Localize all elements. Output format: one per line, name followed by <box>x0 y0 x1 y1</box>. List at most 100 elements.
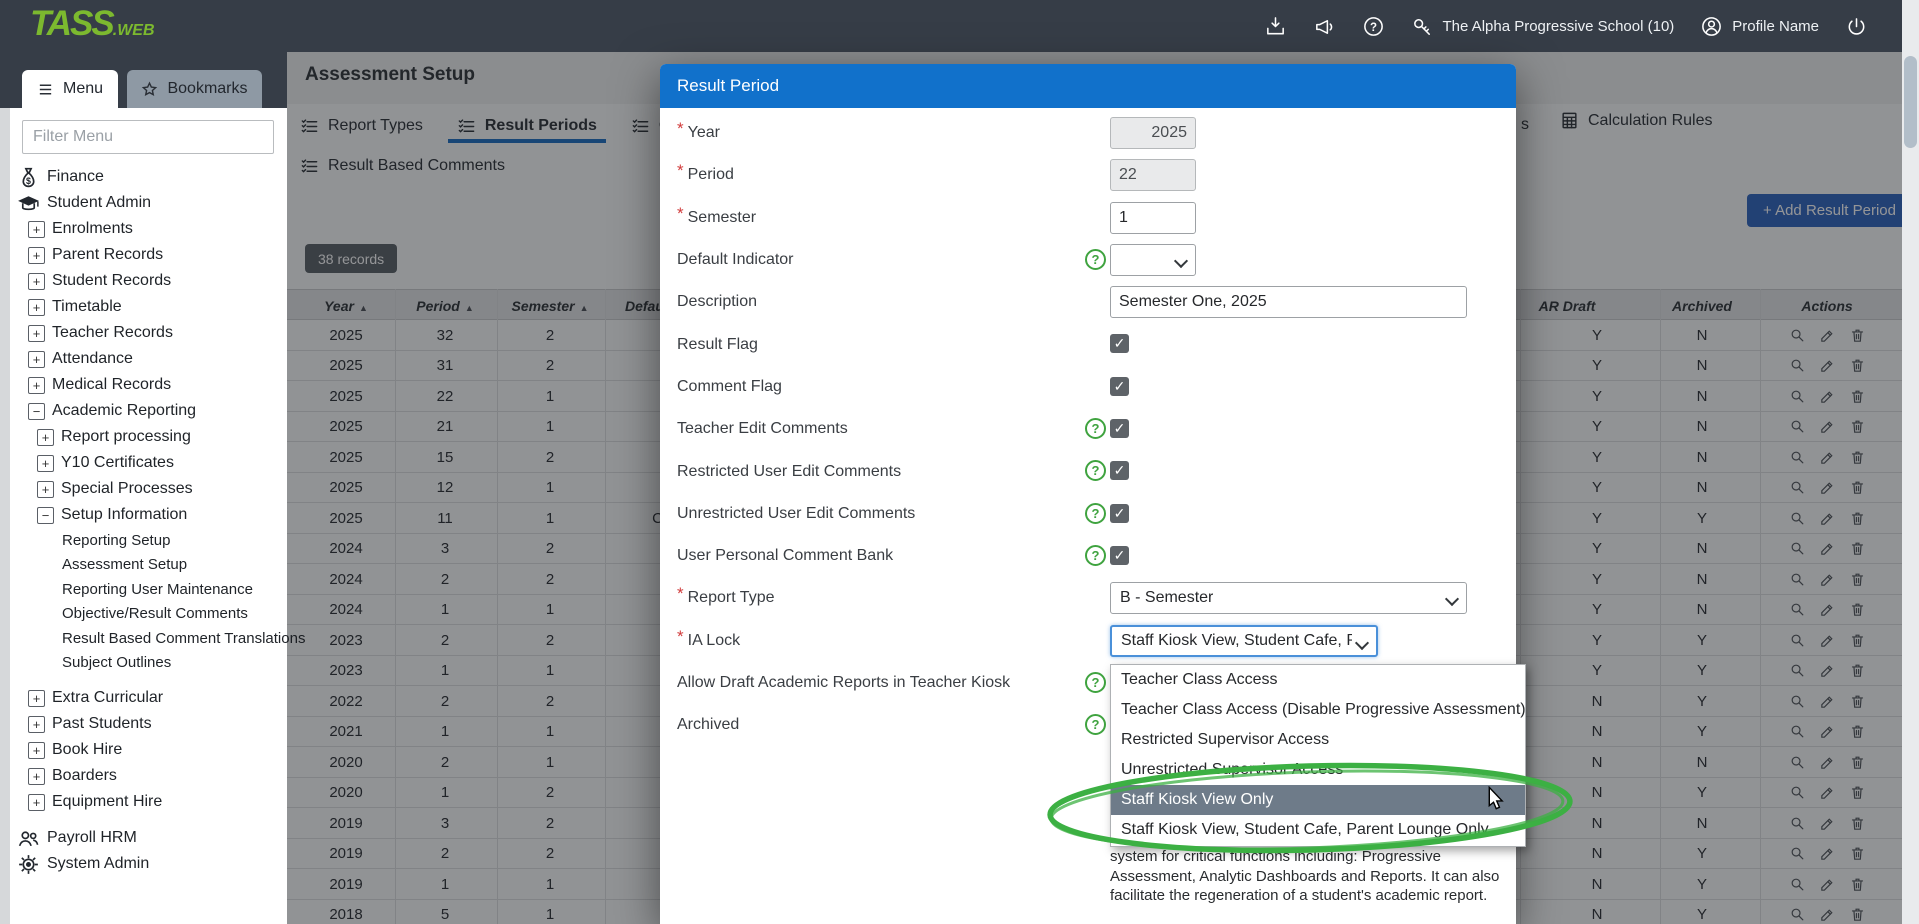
sidebar-item[interactable]: $ Parent Records <box>10 242 287 268</box>
field-label: *Period <box>677 154 734 196</box>
form-row: *Semester 1 <box>660 197 1516 239</box>
expand-icon[interactable] <box>28 742 45 759</box>
field-checkbox[interactable] <box>1110 504 1129 523</box>
sidebar-item[interactable]: $ Medical Records <box>10 372 287 398</box>
sidebar-item[interactable]: $ Boarders <box>10 763 287 789</box>
sidebar-item[interactable]: $ Enrolments <box>10 216 287 242</box>
scrollbar-track[interactable] <box>1902 0 1919 924</box>
dropdown-option[interactable]: Restricted Supervisor Access <box>1111 725 1525 755</box>
field-checkbox[interactable] <box>1110 377 1129 396</box>
dropdown-option[interactable]: Unrestricted Supervisor Access <box>1111 755 1525 785</box>
megaphone-icon[interactable] <box>1313 15 1336 38</box>
field-help-icon[interactable] <box>1085 503 1106 524</box>
field-help-icon[interactable] <box>1085 714 1106 735</box>
field-select[interactable]: Staff Kiosk View, Student Cafe, Par <box>1110 625 1378 657</box>
expand-icon[interactable] <box>37 429 54 446</box>
dropdown-option[interactable]: Teacher Class Access (Disable Progressiv… <box>1111 695 1525 725</box>
help-icon[interactable]: ? <box>1362 15 1385 38</box>
sidebar-item[interactable]: $ Assessment Setup <box>10 553 287 578</box>
school-switcher[interactable]: The Alpha Progressive School (10) <box>1411 15 1675 38</box>
sidebar-item-label: Extra Curricular <box>52 689 163 707</box>
star-icon <box>141 81 158 98</box>
sidebar-item[interactable]: $ Subject Outlines <box>10 651 287 676</box>
field-select[interactable] <box>1110 244 1196 276</box>
field-checkbox[interactable] <box>1110 334 1129 353</box>
system-admin-icon <box>16 852 41 877</box>
expand-icon[interactable] <box>28 247 45 264</box>
expand-icon[interactable] <box>28 273 45 290</box>
sidebar-item[interactable]: $ Finance <box>10 164 287 190</box>
field-checkbox[interactable] <box>1110 419 1129 438</box>
download-icon[interactable] <box>1264 15 1287 38</box>
field-help-icon[interactable] <box>1085 672 1106 693</box>
field-checkbox[interactable] <box>1110 546 1129 565</box>
field-help-icon[interactable] <box>1085 545 1106 566</box>
sidebar-item[interactable]: $ Student Records <box>10 268 287 294</box>
sidebar-item[interactable]: $ Timetable <box>10 294 287 320</box>
expand-icon[interactable] <box>28 716 45 733</box>
expand-icon[interactable] <box>37 507 54 524</box>
field-label: *Archived <box>677 704 739 746</box>
sidebar-item[interactable]: $ Book Hire <box>10 737 287 763</box>
sidebar-item[interactable]: $ Equipment Hire <box>10 789 287 815</box>
dropdown-option[interactable]: Staff Kiosk View Only <box>1111 785 1525 815</box>
field-select[interactable]: B - Semester <box>1110 582 1467 614</box>
expand-icon[interactable] <box>28 768 45 785</box>
sidebar-item[interactable]: $ Student Admin <box>10 190 287 216</box>
expand-icon[interactable] <box>28 221 45 238</box>
field-label: *Restricted User Edit Comments <box>677 450 901 492</box>
sidebar-item-label: Timetable <box>52 298 122 316</box>
sidebar-item[interactable]: $ Teacher Records <box>10 320 287 346</box>
field-help-icon[interactable] <box>1085 460 1106 481</box>
dropdown-option[interactable]: Teacher Class Access <box>1111 665 1525 695</box>
dropdown-option[interactable]: Staff Kiosk View, Student Cafe, Parent L… <box>1111 815 1525 845</box>
expand-icon[interactable] <box>28 794 45 811</box>
expand-icon[interactable] <box>37 455 54 472</box>
sidebar-item[interactable]: $ Setup Information <box>10 502 287 528</box>
sidebar-item[interactable]: $ Reporting User Maintenance <box>10 577 287 602</box>
form-row: *Comment Flag <box>660 366 1516 408</box>
expand-icon[interactable] <box>28 351 45 368</box>
required-asterisk-icon: * <box>677 161 684 181</box>
sidebar-item[interactable]: $ Past Students <box>10 711 287 737</box>
sidebar-item[interactable]: $ Reporting Setup <box>10 528 287 553</box>
field-input[interactable] <box>1110 159 1196 191</box>
sidebar-item[interactable]: $ System Admin <box>10 851 287 877</box>
expand-icon[interactable] <box>28 690 45 707</box>
field-input[interactable] <box>1110 202 1196 234</box>
sidebar-item[interactable]: $ Objective/Result Comments <box>10 602 287 627</box>
sidebar-item[interactable]: $ Attendance <box>10 346 287 372</box>
sidebar-item[interactable]: $ Result Based Comment Translations <box>10 626 287 651</box>
expand-icon[interactable] <box>28 325 45 342</box>
form-row: *Period 22 <box>660 154 1516 196</box>
expand-icon[interactable] <box>28 377 45 394</box>
expand-icon[interactable] <box>37 481 54 498</box>
sidebar-item[interactable]: $ Report processing <box>10 424 287 450</box>
field-help-icon[interactable] <box>1085 249 1106 270</box>
tab-bookmarks[interactable]: Bookmarks <box>127 70 262 108</box>
profile-menu[interactable]: Profile Name <box>1700 15 1819 38</box>
sidebar-item[interactable]: $ Academic Reporting <box>10 398 287 424</box>
sidebar-item[interactable]: $ Payroll HRM <box>10 825 287 851</box>
filter-menu-input[interactable] <box>22 120 274 154</box>
field-input[interactable] <box>1110 117 1196 149</box>
sidebar-item[interactable]: $ Special Processes <box>10 476 287 502</box>
sidebar-item[interactable]: $ Extra Curricular <box>10 685 287 711</box>
expand-icon[interactable] <box>28 299 45 316</box>
field-label: *Teacher Edit Comments <box>677 408 848 450</box>
required-asterisk-icon: * <box>677 584 684 604</box>
sidebar-item-label: Reporting Setup <box>62 532 170 549</box>
menu-tree: $ Finance $ Student Admin <box>10 164 287 877</box>
chevron-down-icon <box>1445 592 1459 606</box>
tab-menu[interactable]: Menu <box>22 70 118 108</box>
field-input[interactable] <box>1110 286 1467 318</box>
hamburger-icon <box>37 81 54 98</box>
expand-icon[interactable] <box>28 403 45 420</box>
field-help-icon[interactable] <box>1085 418 1106 439</box>
form-row: *Teacher Edit Comments <box>660 408 1516 450</box>
scrollbar-thumb[interactable] <box>1904 56 1917 148</box>
sidebar-item[interactable]: $ Y10 Certificates <box>10 450 287 476</box>
power-icon[interactable] <box>1845 15 1868 38</box>
school-name: The Alpha Progressive School (10) <box>1443 18 1675 35</box>
field-checkbox[interactable] <box>1110 461 1129 480</box>
